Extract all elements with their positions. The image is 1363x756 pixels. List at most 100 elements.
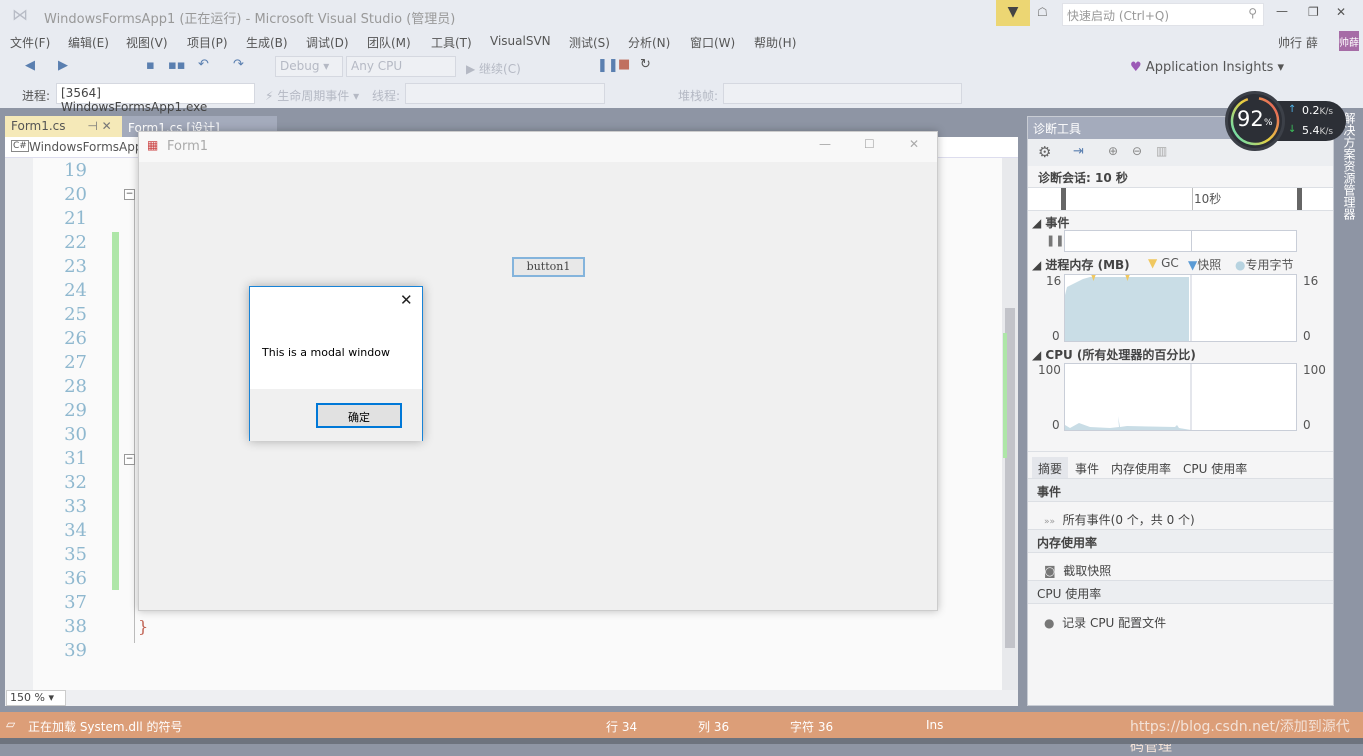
- restart-icon[interactable]: ↻: [640, 57, 651, 72]
- upload-unit: K/s: [1319, 107, 1334, 117]
- application-insights-button[interactable]: ♥ Application Insights ▾: [1130, 60, 1284, 75]
- quick-launch-input[interactable]: 快速启动 (Ctrl+Q) ⚲: [1062, 3, 1264, 26]
- events-header[interactable]: ◢ 事件: [1032, 214, 1069, 231]
- menu-window[interactable]: 窗口(W): [690, 34, 735, 51]
- user-name[interactable]: 帅行 薛: [1278, 34, 1318, 51]
- save-all-icon[interactable]: ▪▪: [168, 58, 186, 73]
- line-number: 36: [64, 568, 87, 589]
- redo-icon[interactable]: ↷: [233, 57, 244, 72]
- menu-edit[interactable]: 编辑(E): [68, 34, 109, 51]
- tab-memory-usage[interactable]: 内存使用率: [1111, 460, 1171, 477]
- modal-dialog: ✕ This is a modal window 确定: [249, 286, 423, 441]
- lifecycle-events-button[interactable]: ⚡ 生命周期事件 ▾: [265, 87, 359, 104]
- notification-filter-button[interactable]: ▼: [996, 0, 1030, 26]
- timeline-ruler[interactable]: 10秒: [1028, 187, 1333, 211]
- platform-dropdown[interactable]: Any CPU: [346, 56, 456, 77]
- restore-button[interactable]: ❐: [1308, 5, 1319, 19]
- minimize-button[interactable]: —: [1276, 4, 1288, 18]
- menu-project[interactable]: 项目(P): [187, 34, 228, 51]
- menu-view[interactable]: 视图(V): [126, 34, 168, 51]
- avatar[interactable]: 帅薛: [1339, 31, 1359, 51]
- configuration-dropdown[interactable]: Debug ▾: [275, 56, 343, 77]
- line-number: 25: [64, 304, 87, 325]
- ok-button[interactable]: 确定: [316, 403, 402, 428]
- section-cpu: CPU 使用率: [1028, 580, 1333, 604]
- stop-icon[interactable]: ■: [618, 57, 630, 72]
- close-tab-icon[interactable]: ✕: [102, 119, 112, 133]
- back-icon[interactable]: ◀: [25, 58, 35, 73]
- menu-file[interactable]: 文件(F): [10, 34, 50, 51]
- all-events-label: 所有事件(0 个，共 0 个): [1062, 513, 1195, 527]
- timeline-label: 10秒: [1194, 192, 1222, 206]
- line-number: 39: [64, 640, 87, 661]
- memory-header[interactable]: ◢ 进程内存 (MB): [1032, 256, 1130, 273]
- camera-icon: ◙: [1044, 564, 1056, 578]
- upload-icon: ↑: [1288, 104, 1297, 115]
- menu-test[interactable]: 测试(S): [569, 34, 610, 51]
- form1-maximize-button[interactable]: ☐: [864, 137, 875, 151]
- break-all-icon[interactable]: ❚❚: [597, 58, 619, 73]
- menu-build[interactable]: 生成(B): [246, 34, 288, 51]
- continue-button[interactable]: ▶ 继续(C): [466, 60, 521, 77]
- cpu-percent-unit: %: [1264, 118, 1273, 128]
- change-tracking-bar: [112, 232, 119, 590]
- zoom-in-icon[interactable]: ⊕: [1108, 144, 1118, 158]
- forward-icon[interactable]: ▶: [58, 58, 68, 73]
- process-dropdown[interactable]: [3564] WindowsFormsApp1.exe: [56, 83, 255, 114]
- menu-analyze[interactable]: 分析(N): [628, 34, 670, 51]
- tab-form1-cs[interactable]: Form1.cs ⊣ ✕: [5, 116, 122, 137]
- collapse-icon[interactable]: −: [124, 189, 135, 200]
- cpu-area: [1065, 416, 1191, 430]
- chart-icon[interactable]: ▥: [1156, 144, 1167, 158]
- status-mode: Ins: [926, 718, 944, 732]
- zoom-dropdown[interactable]: 150 % ▾: [6, 690, 66, 706]
- pin-icon[interactable]: ⊣: [87, 119, 97, 133]
- source-control-button[interactable]: https://blog.csdn.net/添加到源代码管理: [1130, 716, 1363, 756]
- tab-label: Form1.cs: [11, 119, 66, 133]
- tab-cpu-usage[interactable]: CPU 使用率: [1183, 460, 1247, 477]
- tab-events[interactable]: 事件: [1075, 460, 1099, 477]
- zoom-value: 150 %: [10, 691, 45, 704]
- form1-close-button[interactable]: ✕: [909, 137, 919, 151]
- form1-minimize-button[interactable]: —: [819, 137, 831, 151]
- tab-summary[interactable]: 摘要: [1032, 457, 1069, 480]
- memory-header-label: 进程内存 (MB): [1045, 258, 1130, 272]
- cpu-chart: [1064, 363, 1297, 431]
- download-value: 5.4: [1302, 124, 1320, 137]
- line-number: 32: [64, 472, 87, 493]
- zoom-out-icon[interactable]: ⊖: [1132, 144, 1142, 158]
- cpu-axis-min-right: 0: [1303, 418, 1311, 432]
- collapse-icon[interactable]: −: [124, 454, 135, 465]
- project-dropdown[interactable]: WindowsFormsApp1: [29, 140, 150, 154]
- feedback-icon[interactable]: ☖: [1037, 5, 1048, 19]
- menu-help[interactable]: 帮助(H): [754, 34, 796, 51]
- gear-icon[interactable]: ⚙: [1038, 143, 1051, 161]
- close-window-button[interactable]: ✕: [1336, 5, 1346, 19]
- editor-vertical-scrollbar[interactable]: [1002, 158, 1018, 690]
- modal-close-button[interactable]: ✕: [400, 291, 413, 309]
- pause-icon[interactable]: ❚❚: [1046, 234, 1064, 247]
- legend-private-bytes-label: 专用字节: [1245, 258, 1294, 272]
- menu-team[interactable]: 团队(M): [367, 34, 411, 51]
- record-cpu-profile-button[interactable]: ● 记录 CPU 配置文件: [1028, 610, 1333, 635]
- vs-logo-icon: ⋈: [12, 5, 28, 24]
- export-icon[interactable]: ⇥: [1073, 144, 1084, 159]
- menu-debug[interactable]: 调试(D): [306, 34, 349, 51]
- button1[interactable]: button1: [512, 257, 585, 277]
- events-header-label: 事件: [1045, 216, 1070, 230]
- stack-frame-dropdown[interactable]: [723, 83, 962, 104]
- status-message: 正在加载 System.dll 的符号: [28, 720, 183, 734]
- cpu-header[interactable]: ◢ CPU (所有处理器的百分比): [1032, 346, 1196, 363]
- memory-chart: [1064, 274, 1297, 342]
- save-icon[interactable]: ▪: [146, 58, 155, 73]
- indicator-margin: [5, 158, 33, 690]
- memory-area: [1065, 277, 1189, 341]
- record-icon: ●: [1044, 616, 1055, 630]
- menu-visualsvn[interactable]: VisualSVN: [490, 34, 551, 48]
- menu-tools[interactable]: 工具(T): [431, 34, 472, 51]
- timeline-start-handle[interactable]: [1061, 188, 1066, 210]
- thread-dropdown[interactable]: [405, 83, 605, 104]
- undo-icon[interactable]: ↶: [198, 57, 209, 72]
- legend-gc: ▼ GC: [1148, 256, 1179, 270]
- timeline-end-handle[interactable]: [1297, 188, 1302, 210]
